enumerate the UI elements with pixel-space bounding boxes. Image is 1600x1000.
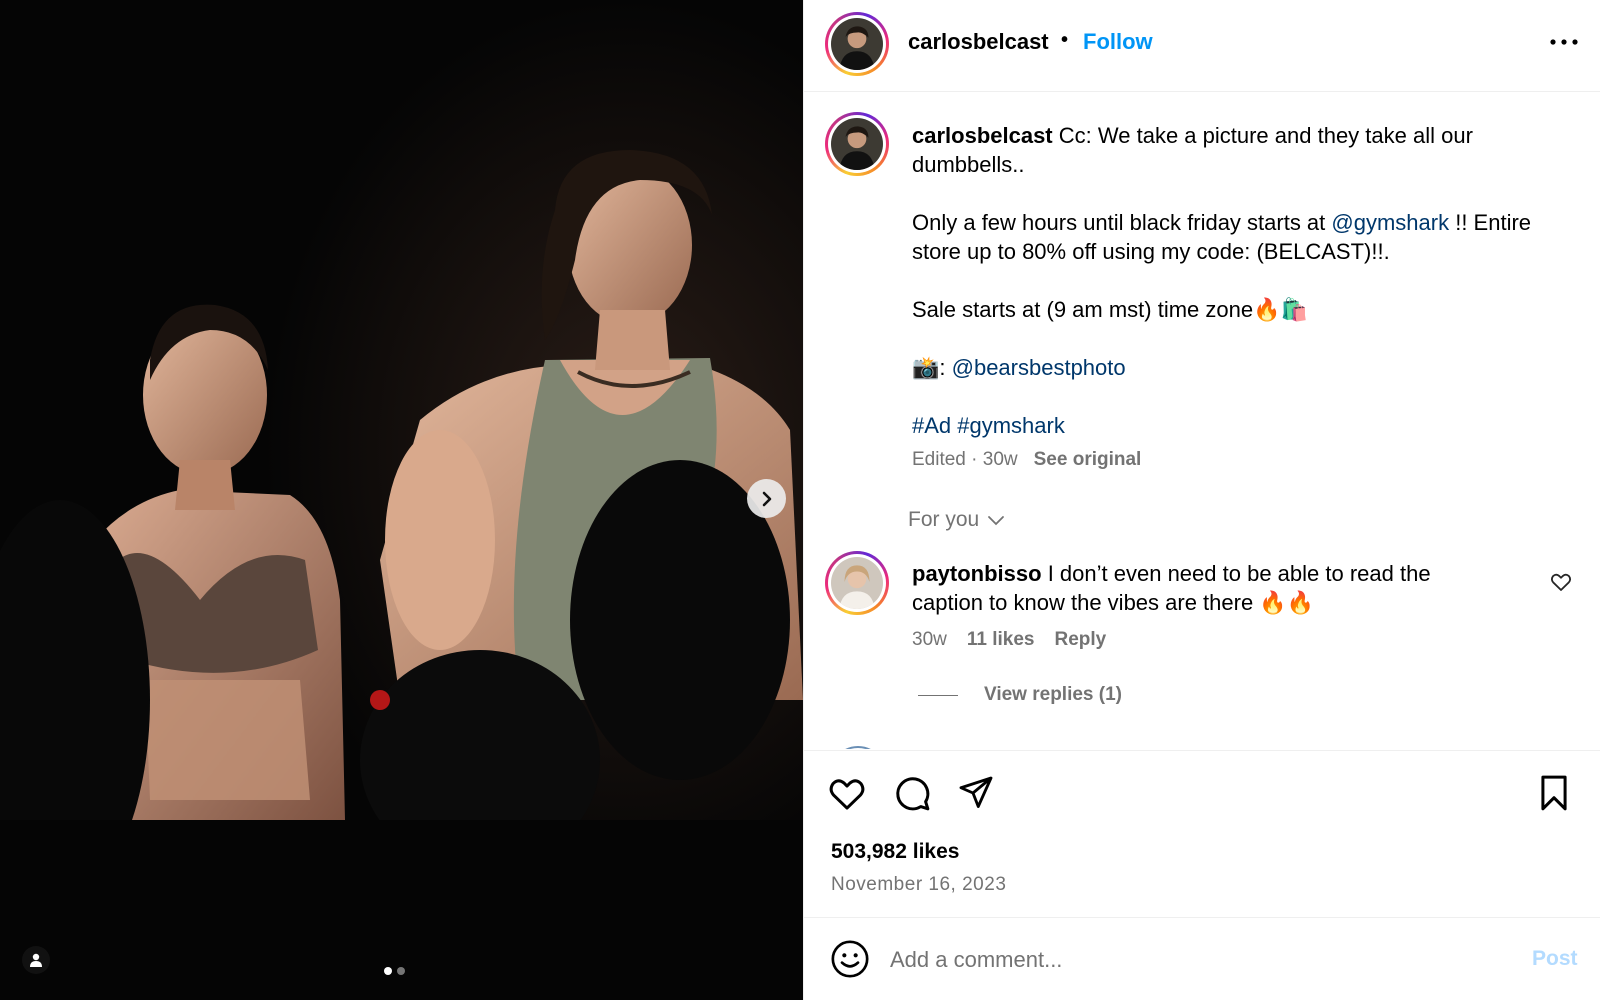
next-slide-button[interactable] xyxy=(747,479,786,518)
carousel-dot xyxy=(397,967,405,975)
post-actions: 503,982 likes November 16, 2023 xyxy=(804,750,1600,918)
post-media[interactable] xyxy=(0,0,803,1000)
comment-likes-button[interactable]: 11 likes xyxy=(967,629,1035,651)
mention-link[interactable]: @bearsbestphoto xyxy=(952,355,1126,380)
caption-avatar[interactable] xyxy=(825,112,889,176)
commenter-avatar[interactable] xyxy=(825,551,889,615)
commenter-username[interactable]: paytonbisso xyxy=(912,561,1042,586)
caption-meta: Edited · 30w See original xyxy=(912,449,1141,471)
post-photo xyxy=(0,0,803,1000)
post-header: carlosbelcast • Follow xyxy=(804,0,1600,92)
like-button[interactable] xyxy=(827,773,867,813)
comment-input[interactable] xyxy=(890,939,1470,981)
comment-icon xyxy=(896,777,930,811)
comment-composer: Post xyxy=(804,919,1600,1000)
comment-button[interactable] xyxy=(892,773,932,813)
avatar-image xyxy=(831,18,883,70)
likes-count[interactable]: 503,982 likes xyxy=(831,840,959,864)
view-replies-button[interactable]: View replies (1) xyxy=(918,684,1122,706)
more-horizontal-icon xyxy=(1550,39,1578,45)
header-separator: • xyxy=(1061,29,1069,51)
next-comment-avatar[interactable] xyxy=(830,746,886,749)
comments-section[interactable]: carlosbelcast Cc: We take a picture and … xyxy=(804,93,1600,749)
follow-button[interactable]: Follow xyxy=(1083,29,1153,55)
see-original-button[interactable]: See original xyxy=(1034,449,1142,470)
comment-meta: 30w 11 likes Reply xyxy=(912,629,1106,651)
view-replies-label: View replies (1) xyxy=(984,684,1122,705)
author-avatar[interactable] xyxy=(825,12,889,76)
comment-text: paytonbisso I don’t even need to be able… xyxy=(912,559,1502,617)
comment-filter-dropdown[interactable]: For you xyxy=(908,508,1005,532)
post-details-pane: carlosbelcast • Follow carlosbelcast Cc:… xyxy=(803,0,1600,1000)
caption-username[interactable]: carlosbelcast xyxy=(912,123,1053,148)
post-comment-button[interactable]: Post xyxy=(1532,947,1578,971)
chevron-right-icon xyxy=(762,491,771,506)
send-icon xyxy=(959,776,993,808)
bookmark-icon xyxy=(1541,775,1567,811)
avatar-image xyxy=(831,118,883,170)
carousel-dot xyxy=(384,967,392,975)
replies-divider xyxy=(918,694,958,696)
chevron-down-icon xyxy=(988,516,1005,526)
edited-timestamp: Edited · 30w xyxy=(912,449,1018,470)
comment-time: 30w xyxy=(912,629,947,650)
caption-line: 📸: xyxy=(912,355,952,380)
hashtag-links[interactable]: #Ad #gymshark xyxy=(912,411,1532,440)
user-tag-icon xyxy=(30,953,42,967)
caption-line: Only a few hours until black friday star… xyxy=(912,210,1332,235)
heart-icon xyxy=(829,779,865,810)
avatar-image xyxy=(831,557,883,609)
author-username[interactable]: carlosbelcast xyxy=(908,29,1049,55)
share-button[interactable] xyxy=(956,773,996,813)
emoji-icon[interactable] xyxy=(830,939,870,979)
tagged-users-button[interactable] xyxy=(22,946,50,974)
filter-label: For you xyxy=(908,508,980,531)
post-date: November 16, 2023 xyxy=(831,874,1007,895)
heart-icon[interactable] xyxy=(1549,570,1573,594)
caption-line: Sale starts at (9 am mst) time zone🔥🛍️ xyxy=(912,297,1308,322)
more-options-button[interactable] xyxy=(1546,30,1582,54)
carousel-indicator xyxy=(384,967,405,975)
save-button[interactable] xyxy=(1534,773,1574,813)
caption-text: carlosbelcast Cc: We take a picture and … xyxy=(912,121,1532,440)
reply-button[interactable]: Reply xyxy=(1054,629,1106,651)
mention-link[interactable]: @gymshark xyxy=(1331,210,1449,235)
